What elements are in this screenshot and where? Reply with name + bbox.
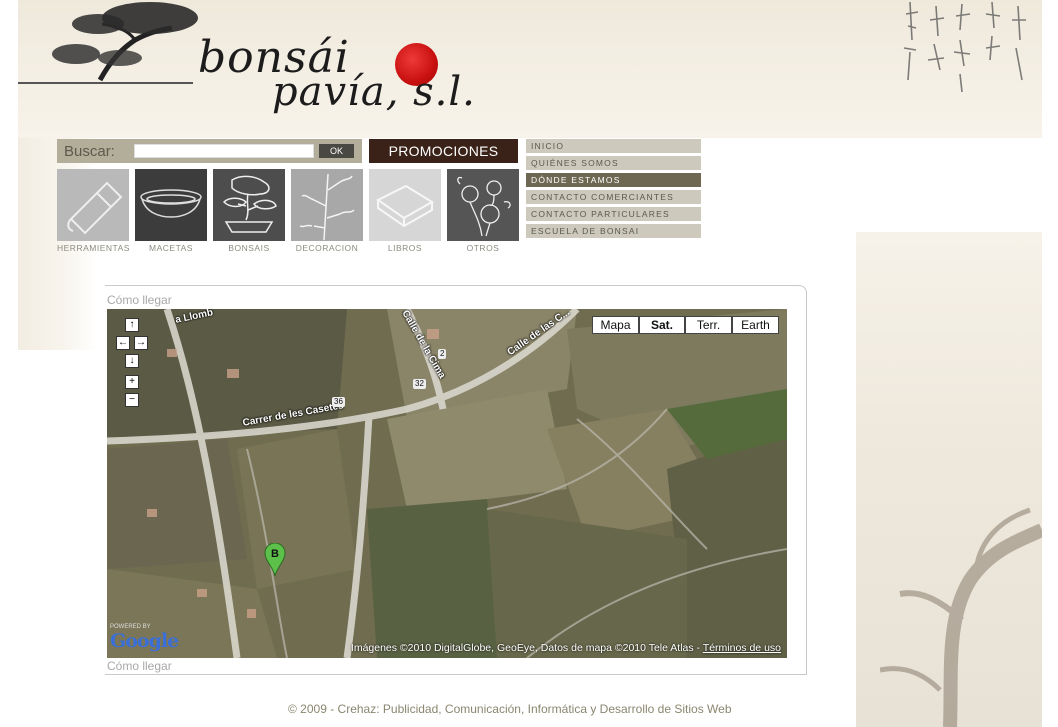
search-ok-button[interactable]: OK bbox=[319, 144, 354, 158]
header-bonsai-icon bbox=[52, 2, 198, 82]
nav-item-contacto-particulares[interactable]: CONTACTO PARTICULARES bbox=[526, 207, 701, 221]
pan-left-icon[interactable]: ← bbox=[116, 336, 130, 350]
category-decoracion[interactable]: DECORACION bbox=[291, 169, 363, 253]
category-bonsais[interactable]: BONSAIS bbox=[213, 169, 285, 253]
category-label: LIBROS bbox=[387, 243, 423, 253]
promociones-button[interactable]: PROMOCIONES bbox=[369, 139, 518, 163]
pan-down-icon[interactable]: ↓ bbox=[125, 354, 139, 368]
category-otros[interactable]: OTROS bbox=[447, 169, 519, 253]
category-label: OTROS bbox=[466, 243, 500, 253]
map-pin-icon[interactable]: B bbox=[264, 542, 286, 577]
nav-item-inicio[interactable]: INICIO bbox=[526, 139, 701, 153]
road-number: 2 bbox=[438, 349, 447, 359]
road-number: 32 bbox=[413, 379, 426, 389]
footer-credits[interactable]: © 2009 - Crehaz: Publicidad, Comunicació… bbox=[288, 702, 732, 716]
google-map[interactable]: ↑ ← → ↓ + − Mapa Sat. Terr. Earth Carrer… bbox=[107, 309, 787, 658]
marker-label: B bbox=[271, 548, 279, 560]
category-label: MACETAS bbox=[149, 243, 193, 253]
category-libros[interactable]: LIBROS bbox=[369, 169, 441, 253]
category-label: DECORACION bbox=[295, 243, 359, 253]
tube-icon[interactable] bbox=[57, 169, 129, 241]
pot-icon[interactable] bbox=[135, 169, 207, 241]
calligraphy-decoration-icon bbox=[903, 1, 1026, 93]
flower-icon[interactable] bbox=[447, 169, 519, 241]
google-logo[interactable]: POWERED BY Google bbox=[110, 624, 179, 652]
satellite-imagery bbox=[107, 309, 787, 658]
map-type-mapa[interactable]: Mapa bbox=[592, 316, 639, 334]
search-label: Buscar: bbox=[64, 142, 115, 160]
map-attribution: Imágenes ©2010 DigitalGlobe, GeoEye, Dat… bbox=[351, 642, 781, 654]
zoom-in-icon[interactable]: + bbox=[125, 375, 139, 389]
header-rule bbox=[18, 82, 193, 84]
nav-item-escuela-de-bonsai[interactable]: ESCUELA DE BONSAI bbox=[526, 224, 701, 238]
road-number: 36 bbox=[332, 397, 345, 407]
pan-right-icon[interactable]: → bbox=[134, 336, 148, 350]
category-label: BONSAIS bbox=[228, 243, 270, 253]
map-caption-bottom[interactable]: Cómo llegar bbox=[107, 659, 172, 673]
terms-of-use-link[interactable]: Términos de uso bbox=[703, 642, 781, 654]
map-caption-top[interactable]: Cómo llegar bbox=[107, 293, 172, 307]
map-type-satelite[interactable]: Sat. bbox=[639, 316, 685, 334]
bamboo-icon[interactable] bbox=[291, 169, 363, 241]
category-herramientas[interactable]: HERRAMIENTAS bbox=[57, 169, 129, 253]
book-icon[interactable] bbox=[369, 169, 441, 241]
bonsai-icon[interactable] bbox=[213, 169, 285, 241]
category-macetas[interactable]: MACETAS bbox=[135, 169, 207, 253]
search-input[interactable] bbox=[134, 144, 314, 158]
logo-line2[interactable]: pavía, s.l. bbox=[272, 72, 476, 112]
pan-up-icon[interactable]: ↑ bbox=[125, 318, 139, 332]
main-nav: INICIO QUIÉNES SOMOS DÓNDE ESTAMOS CONTA… bbox=[526, 139, 701, 241]
nav-item-quienes-somos[interactable]: QUIÉNES SOMOS bbox=[526, 156, 701, 170]
category-label: HERRAMIENTAS bbox=[57, 243, 130, 253]
search-bar: Buscar: OK bbox=[57, 139, 362, 163]
google-wordmark: Google bbox=[110, 630, 179, 652]
tree-silhouette-decoration-icon bbox=[880, 507, 1042, 727]
zoom-out-icon[interactable]: − bbox=[125, 393, 139, 407]
attribution-text: Imágenes ©2010 DigitalGlobe, GeoEye, Dat… bbox=[350, 642, 701, 654]
nav-item-donde-estamos[interactable]: DÓNDE ESTAMOS bbox=[526, 173, 701, 187]
map-type-earth[interactable]: Earth bbox=[732, 316, 779, 334]
map-marker-b[interactable]: B bbox=[264, 542, 286, 582]
nav-item-contacto-comerciantes[interactable]: CONTACTO COMERCIANTES bbox=[526, 190, 701, 204]
map-type-terreno[interactable]: Terr. bbox=[685, 316, 732, 334]
